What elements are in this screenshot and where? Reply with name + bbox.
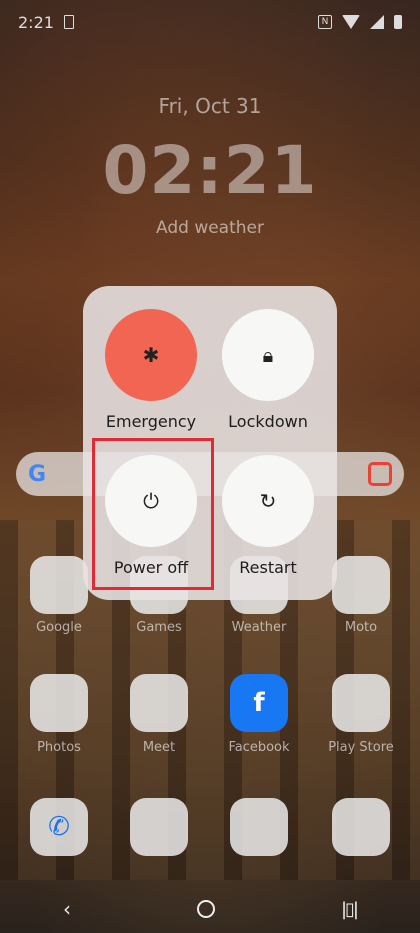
power-off-highlight-box [92, 438, 214, 590]
meet-app-icon[interactable] [130, 674, 188, 732]
phone-app-icon[interactable]: ✆ [30, 798, 88, 856]
camera-app-icon[interactable] [332, 798, 390, 856]
app-label-moto: Moto [344, 620, 378, 635]
lockdown-label: Lockdown [228, 412, 308, 431]
photos-app-icon[interactable] [30, 674, 88, 732]
wifi-icon [342, 15, 360, 29]
emergency-label: Emergency [105, 412, 197, 431]
lockscreen-clock: 02:21 [102, 132, 318, 209]
moto-folder-icon[interactable] [332, 556, 390, 614]
restart-icon: ↻ [259, 489, 277, 513]
app-label-meet: Meet [142, 740, 176, 755]
sim-card-icon [63, 15, 74, 29]
play-store-app-icon[interactable] [332, 674, 390, 732]
messages-app-icon[interactable] [130, 798, 188, 856]
battery-icon [394, 15, 402, 29]
recents-icon[interactable]: |▯| [341, 899, 359, 920]
add-weather-link[interactable]: Add weather [0, 218, 420, 238]
emergency-button[interactable]: ✱ [105, 309, 197, 401]
nfc-icon: N [318, 15, 332, 29]
google-logo-icon: G [28, 462, 47, 487]
home-icon[interactable] [196, 900, 215, 918]
lockscreen-date: Fri, Oct 31 [158, 94, 262, 118]
google-lens-icon[interactable] [368, 462, 392, 486]
app-label-photos: Photos [37, 740, 81, 755]
restart-label: Restart [239, 558, 297, 577]
lockdown-button[interactable]: 🔒︎ [222, 309, 314, 401]
google-folder-icon[interactable] [30, 556, 88, 614]
app-label-facebook: Facebook [228, 740, 290, 755]
navigation-bar: ‹ |▯| [0, 885, 420, 933]
app-label-games: Games [136, 620, 182, 635]
back-icon[interactable]: ‹ [63, 897, 71, 921]
asterisk-icon: ✱ [142, 343, 160, 367]
status-bar: 2:21 N [18, 10, 402, 34]
restart-button[interactable]: ↻ [222, 455, 314, 547]
lock-icon: 🔒︎ [262, 343, 274, 367]
cell-signal-icon [370, 15, 384, 29]
facebook-app-icon[interactable]: f [230, 674, 288, 732]
app-label-play-store: Play Store [328, 740, 394, 755]
app-label-weather: Weather [231, 620, 287, 635]
chrome-app-icon[interactable] [230, 798, 288, 856]
app-label-google: Google [36, 620, 82, 635]
status-time: 2:21 [18, 12, 54, 32]
